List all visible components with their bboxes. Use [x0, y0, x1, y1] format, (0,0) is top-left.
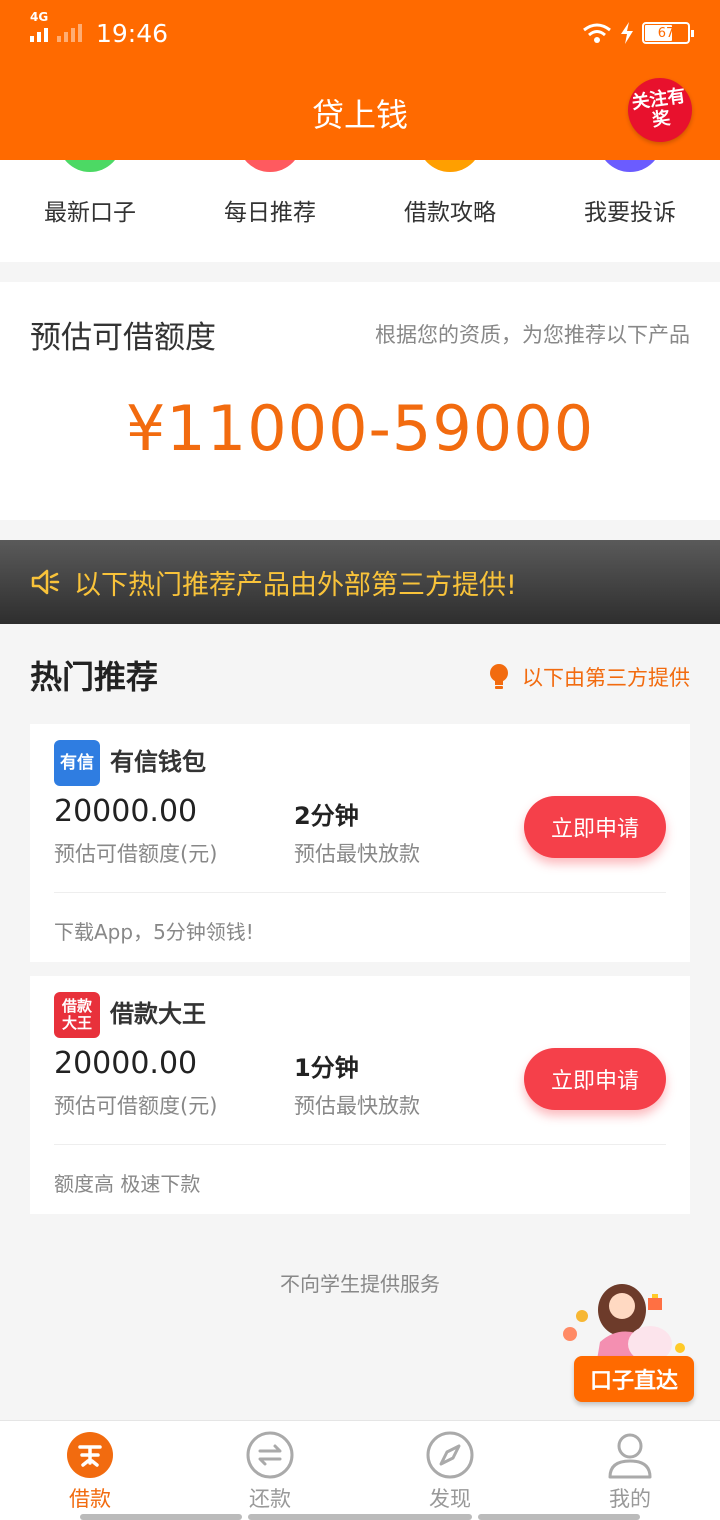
repay-icon	[246, 1431, 294, 1479]
speaker-icon	[31, 569, 60, 595]
logo-text: 有信	[60, 752, 94, 773]
guide-icon	[418, 160, 482, 172]
status-bar: 4G 19:46 67	[0, 0, 720, 66]
quick-nav-daily[interactable]: 每日推荐	[180, 160, 360, 262]
notice-text: 以下热门推荐产品由外部第三方提供!	[74, 569, 517, 601]
quick-nav: 最新口子 每日推荐 借款攻略 我要投诉	[0, 160, 720, 262]
hot-section-title: 热门推荐	[30, 658, 159, 696]
product-amount: 20000.00	[54, 1046, 198, 1081]
estimate-section: 预估可借额度 根据您的资质，为您推荐以下产品 ¥11000-59000	[0, 282, 720, 520]
bottom-tab-bar: 借款 还款 发现 我的	[0, 1420, 720, 1520]
battery-icon: 67	[642, 22, 694, 44]
quick-nav-label: 借款攻略	[404, 200, 496, 226]
third-party-note: 以下由第三方提供	[488, 662, 690, 692]
signal-icon: 4G	[30, 10, 82, 42]
loan-king-logo-icon: 借款大王	[54, 992, 100, 1038]
complaint-icon	[598, 160, 662, 172]
follow-reward-badge[interactable]: 关注有奖	[623, 73, 697, 147]
quick-nav-label: 每日推荐	[224, 200, 316, 226]
app-header: 贷上钱 关注有奖	[0, 66, 720, 160]
nav-gesture-bar	[248, 1514, 472, 1520]
compass-icon	[426, 1431, 474, 1479]
page-title: 贷上钱	[311, 96, 408, 134]
nav-gesture-bar	[80, 1514, 242, 1520]
tab-label: 借款	[69, 1487, 111, 1511]
product-speed-label: 预估最快放款	[294, 842, 420, 866]
estimate-subtitle: 根据您的资质，为您推荐以下产品	[375, 323, 690, 347]
quick-nav-latest[interactable]: 最新口子	[0, 160, 180, 262]
product-name: 有信钱包	[110, 748, 206, 776]
user-icon	[608, 1433, 652, 1479]
tab-label: 发现	[429, 1487, 471, 1511]
notice-banner: 以下热门推荐产品由外部第三方提供!	[0, 540, 720, 624]
divider	[54, 1144, 666, 1145]
product-amount-label: 预估可借额度(元)	[54, 842, 218, 866]
latest-icon	[58, 160, 122, 172]
charging-icon	[621, 22, 633, 44]
wifi-icon	[583, 23, 611, 43]
tab-repay[interactable]: 还款	[180, 1421, 360, 1520]
product-amount: 20000.00	[54, 794, 198, 829]
quick-nav-guide[interactable]: 借款攻略	[360, 160, 540, 262]
follow-reward-label: 关注有奖	[630, 85, 687, 132]
estimate-title: 预估可借额度	[30, 320, 216, 356]
tab-label: 还款	[249, 1487, 291, 1511]
apply-button[interactable]: 立即申请	[524, 1048, 666, 1110]
product-card[interactable]: 借款大王 借款大王 20000.00 预估可借额度(元) 1分钟 预估最快放款 …	[30, 976, 690, 1214]
divider	[54, 892, 666, 893]
product-amount-label: 预估可借额度(元)	[54, 1094, 218, 1118]
tab-mine[interactable]: 我的	[540, 1421, 720, 1520]
quick-nav-complaint[interactable]: 我要投诉	[540, 160, 720, 262]
battery-level: 67	[657, 25, 675, 41]
product-speed-label: 预估最快放款	[294, 1094, 420, 1118]
network-label: 4G	[30, 10, 49, 24]
estimate-amount: ¥11000-59000	[125, 392, 595, 465]
quick-nav-label: 最新口子	[44, 200, 136, 226]
lightbulb-icon	[490, 664, 508, 689]
youxin-logo-icon: 有信	[54, 740, 100, 786]
product-tagline: 额度高 极速下款	[54, 1172, 201, 1196]
apply-button[interactable]: 立即申请	[524, 796, 666, 858]
tab-label: 我的	[609, 1487, 651, 1511]
daily-icon	[238, 160, 302, 172]
clock: 19:46	[96, 18, 169, 48]
nav-gesture-bar	[478, 1514, 640, 1520]
product-speed: 2分钟	[294, 802, 359, 830]
direct-access-label: 口子直达	[574, 1356, 694, 1402]
direct-access-float-button[interactable]: 口子直达	[560, 1282, 702, 1404]
quick-nav-label: 我要投诉	[584, 200, 676, 226]
product-name: 借款大王	[110, 1000, 206, 1028]
third-party-note-text: 以下由第三方提供	[522, 666, 690, 690]
product-speed: 1分钟	[294, 1054, 359, 1082]
loan-icon	[67, 1432, 113, 1478]
product-tagline: 下载App，5分钟领钱!	[54, 920, 254, 944]
tab-discover[interactable]: 发现	[360, 1421, 540, 1520]
tab-loan[interactable]: 借款	[0, 1421, 180, 1520]
product-card[interactable]: 有信 有信钱包 20000.00 预估可借额度(元) 2分钟 预估最快放款 立即…	[30, 724, 690, 962]
logo-text: 借款大王	[61, 997, 92, 1032]
